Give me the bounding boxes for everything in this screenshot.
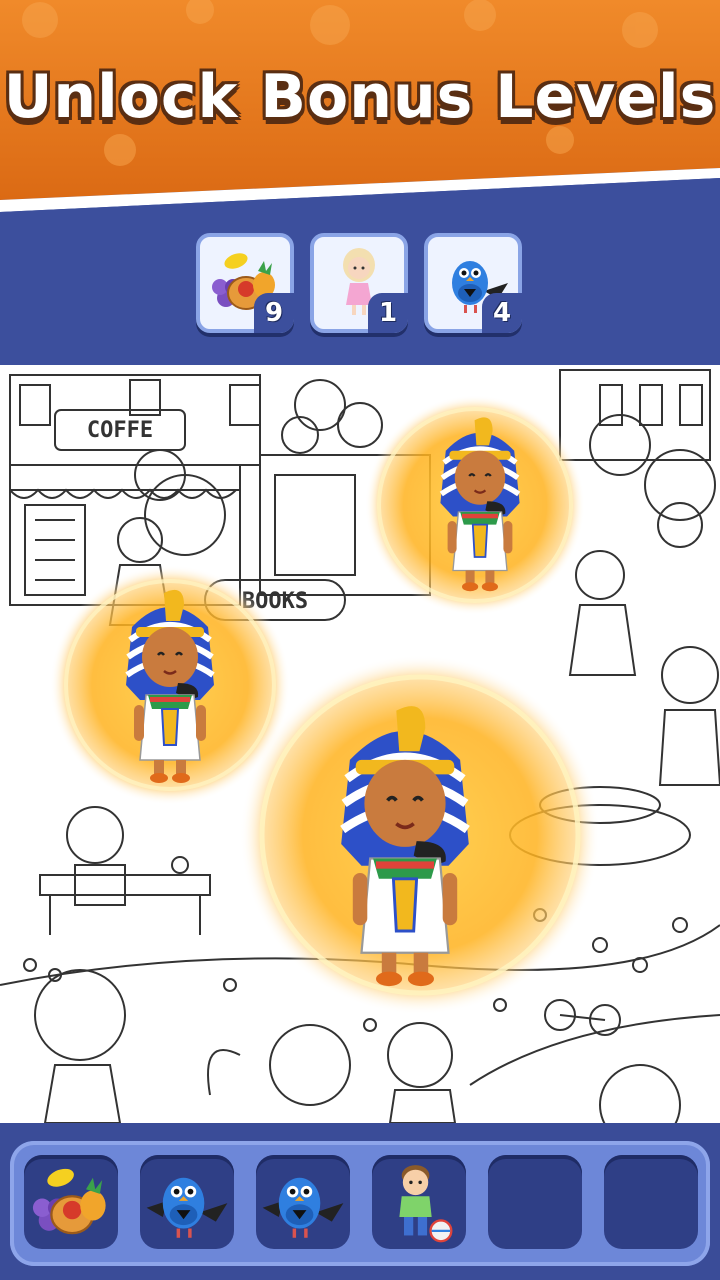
inventory-slot-6[interactable]	[604, 1155, 698, 1249]
inventory-slot-2[interactable]	[140, 1155, 234, 1249]
targets-panel: 9 1 4	[0, 215, 720, 365]
bird-icon	[262, 1177, 344, 1238]
header-banner: Unlock Bonus Levels	[0, 0, 720, 215]
target-count: 4	[482, 293, 522, 333]
target-count: 9	[254, 293, 294, 333]
hidden-object-scene[interactable]: COFFE BOOKS	[0, 365, 720, 1123]
target-bird: 4	[424, 233, 522, 333]
target-girl: 1	[310, 233, 408, 333]
inventory-tray	[10, 1141, 710, 1266]
inventory-slot-1[interactable]	[24, 1155, 118, 1249]
target-count: 1	[368, 293, 408, 333]
boy-with-ball-icon	[399, 1165, 453, 1243]
pharaoh-center[interactable]	[240, 655, 600, 1015]
target-fruit-basket: 9	[196, 233, 294, 333]
page-title: Unlock Bonus Levels	[3, 62, 717, 132]
coffee-sign: COFFE	[87, 418, 153, 443]
inventory-slot-3[interactable]	[256, 1155, 350, 1249]
inventory-slot-5[interactable]	[488, 1155, 582, 1249]
scene-lineart: COFFE BOOKS	[0, 369, 720, 1123]
bird-icon	[146, 1177, 228, 1238]
inventory-slot-4[interactable]	[372, 1155, 466, 1249]
inventory-bar	[0, 1123, 720, 1280]
fruit-basket-icon	[32, 1168, 106, 1235]
pharaoh-top-right[interactable]	[365, 395, 585, 615]
